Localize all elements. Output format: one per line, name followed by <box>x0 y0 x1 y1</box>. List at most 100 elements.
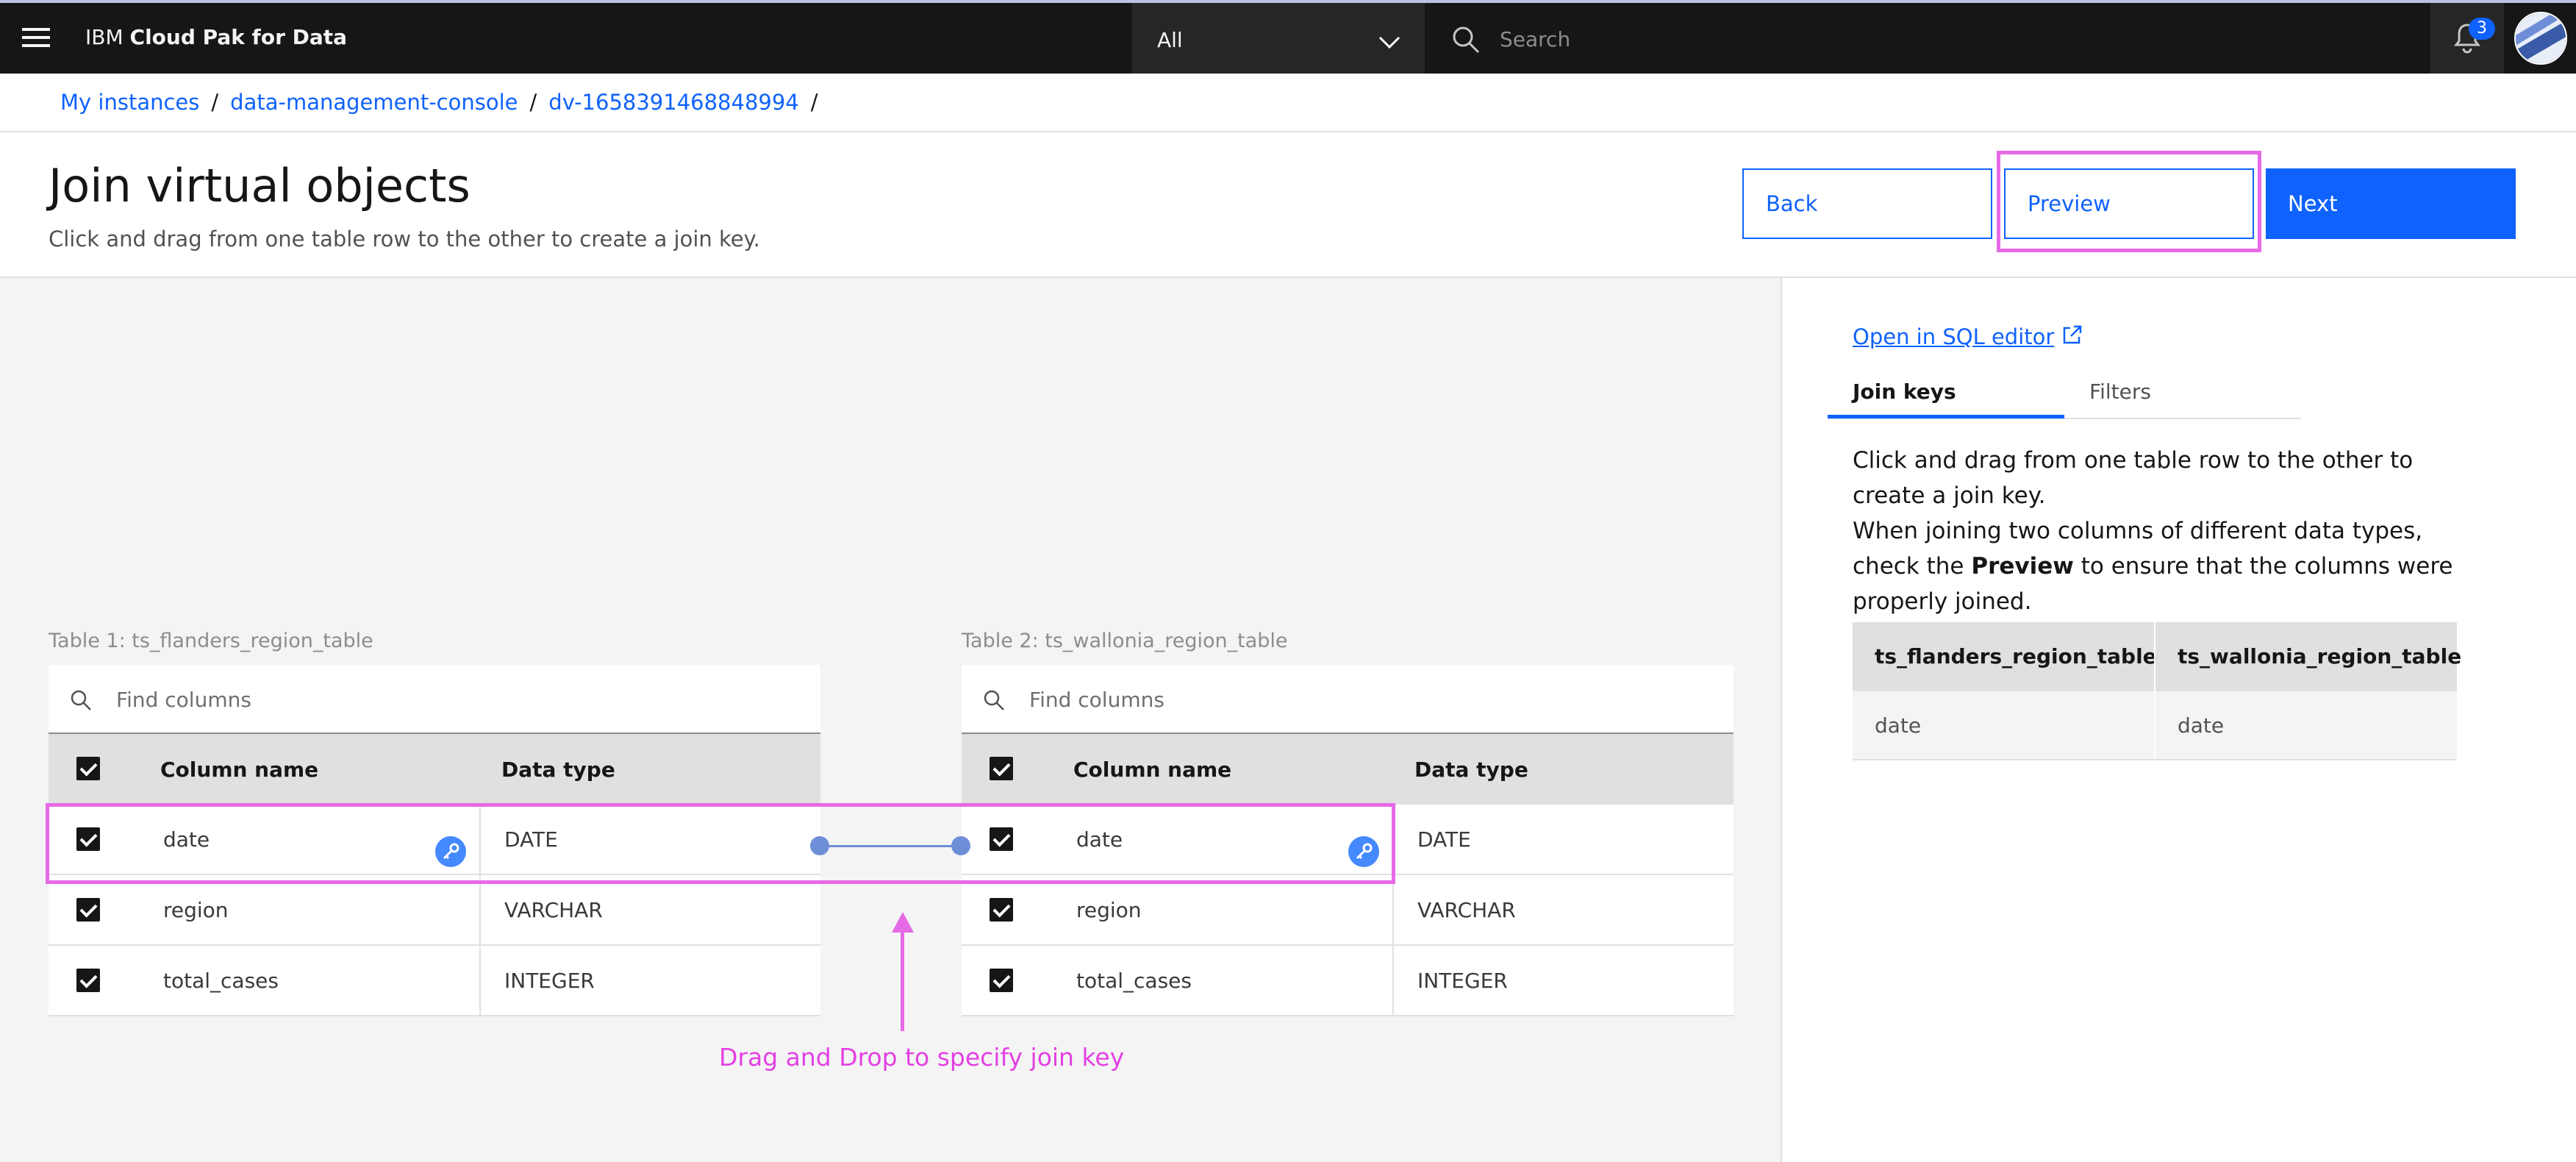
table2-find-columns-input[interactable] <box>1029 682 1691 716</box>
join-key-table2-column: date <box>2178 713 2225 738</box>
search-icon <box>1453 26 1480 54</box>
column-name-cell: date <box>163 827 210 852</box>
row-checkbox[interactable] <box>990 969 1013 992</box>
join-handle-right[interactable] <box>951 836 970 855</box>
divider <box>1392 805 1394 875</box>
join-keys-row[interactable]: date date <box>1853 691 2457 760</box>
divider <box>479 875 481 946</box>
user-avatar[interactable] <box>2514 12 2567 65</box>
table2-header-row: Column name Data type <box>962 734 1734 805</box>
key-icon <box>435 836 466 867</box>
join-key-table1-column: date <box>1875 713 1922 738</box>
column-name-cell: total_cases <box>163 969 279 993</box>
back-button[interactable]: Back <box>1742 168 1992 239</box>
table1-row-region[interactable]: region VARCHAR <box>49 875 820 946</box>
table2: Column name Data type date DATE region V… <box>962 665 1734 1016</box>
column-name-cell: date <box>1076 827 1123 852</box>
divider <box>479 805 481 875</box>
divider <box>479 946 481 1016</box>
join-handle-left[interactable] <box>810 836 829 855</box>
search-icon <box>984 690 1004 710</box>
panel-divider <box>1781 278 1782 1162</box>
divider <box>1392 875 1394 946</box>
data-type-cell: DATE <box>504 827 558 852</box>
data-type-header: Data type <box>501 758 615 782</box>
global-search <box>1426 3 2430 74</box>
row-checkbox[interactable] <box>990 898 1013 922</box>
annotation-label: Drag and Drop to specify join key <box>719 1043 1125 1072</box>
table1-select-all-checkbox[interactable] <box>76 757 100 780</box>
menu-icon[interactable] <box>22 28 50 50</box>
data-type-cell: DATE <box>1417 827 1471 852</box>
join-keys-header-table2: ts_wallonia_region_table <box>2178 644 2462 669</box>
table1-header-row: Column name Data type <box>49 734 820 805</box>
column-name-header: Column name <box>160 758 319 782</box>
product-name[interactable]: IBM Cloud Pak for Data <box>85 25 347 49</box>
launch-icon <box>2064 325 2082 344</box>
row-checkbox[interactable] <box>76 898 100 922</box>
table2-row-total-cases[interactable]: total_cases INTEGER <box>962 946 1734 1016</box>
table2-row-region[interactable]: region VARCHAR <box>962 875 1734 946</box>
page-title: Join virtual objects <box>49 159 471 213</box>
data-type-header: Data type <box>1414 758 1528 782</box>
breadcrumb-separator: / <box>529 90 537 115</box>
active-tab-indicator <box>1828 415 2064 418</box>
column-name-cell: region <box>163 898 229 922</box>
notifications-button[interactable]: 3 <box>2430 3 2504 74</box>
data-type-cell: VARCHAR <box>1417 898 1516 922</box>
key-icon <box>1348 836 1379 867</box>
row-checkbox[interactable] <box>990 827 1013 851</box>
join-keys-table: ts_flanders_region_table ts_wallonia_reg… <box>1853 622 2461 760</box>
table2-search <box>962 665 1734 734</box>
column-name-cell: total_cases <box>1076 969 1192 993</box>
tab-join-keys[interactable]: Join keys <box>1853 379 1956 404</box>
table1-title: Table 1: ts_flanders_region_table <box>49 630 373 652</box>
table1-search <box>49 665 820 734</box>
breadcrumb-separator: / <box>211 90 219 115</box>
instructions-line-2: When joining two columns of different da… <box>1853 518 2453 615</box>
column-name-header: Column name <box>1073 758 1232 782</box>
join-keys-header-row: ts_flanders_region_table ts_wallonia_reg… <box>1853 622 2461 691</box>
table2-title: Table 2: ts_wallonia_region_table <box>962 630 1288 652</box>
row-checkbox[interactable] <box>76 827 100 851</box>
data-type-cell: INTEGER <box>504 969 595 993</box>
table1-row-date[interactable]: date DATE <box>49 805 820 875</box>
data-type-cell: VARCHAR <box>504 898 603 922</box>
preview-button[interactable]: Preview <box>2004 168 2254 239</box>
page-subtitle: Click and drag from one table row to the… <box>49 227 760 252</box>
column-name-cell: region <box>1076 898 1142 922</box>
breadcrumb-data-management-console[interactable]: data-management-console <box>230 90 518 115</box>
instructions-line-1: Click and drag from one table row to the… <box>1853 447 2414 509</box>
data-type-cell: INTEGER <box>1417 969 1508 993</box>
right-panel-tabs: Join keys Filters <box>1828 371 2301 419</box>
chevron-down-icon <box>1378 27 1400 49</box>
breadcrumb: My instances / data-management-console / dv-… <box>60 90 830 115</box>
divider <box>2154 691 2155 759</box>
notification-count-badge: 3 <box>2469 18 2495 40</box>
breadcrumb-my-instances[interactable]: My instances <box>60 90 199 115</box>
table2-select-all-checkbox[interactable] <box>990 757 1013 780</box>
search-icon <box>71 690 91 710</box>
breadcrumb-separator: / <box>810 90 818 115</box>
global-search-input[interactable] <box>1500 21 2382 57</box>
annotation-arrow <box>901 928 904 1031</box>
search-scope-value: All <box>1157 28 1183 52</box>
table1-row-total-cases[interactable]: total_cases INTEGER <box>49 946 820 1016</box>
next-button[interactable]: Next <box>2266 168 2516 239</box>
sql-link-label: Open in SQL editor <box>1853 324 2055 349</box>
divider <box>2154 622 2155 691</box>
breadcrumb-instance[interactable]: dv-1658391468848994 <box>548 90 798 115</box>
join-keys-header-table1: ts_flanders_region_table <box>1875 644 2157 669</box>
table2-row-date[interactable]: date DATE <box>962 805 1734 875</box>
search-scope-dropdown[interactable]: All <box>1132 3 1425 74</box>
tab-filters[interactable]: Filters <box>2089 379 2151 404</box>
top-header: IBM Cloud Pak for Data All 3 <box>0 0 2576 74</box>
open-in-sql-editor-link[interactable]: Open in SQL editor <box>1853 324 2083 349</box>
table1: Column name Data type date DATE region V… <box>49 665 820 1016</box>
divider <box>0 131 2576 132</box>
row-checkbox[interactable] <box>76 969 100 992</box>
divider <box>1392 946 1394 1016</box>
join-keys-instructions: Click and drag from one table row to the… <box>1853 443 2485 619</box>
join-connector-line[interactable] <box>819 845 962 847</box>
table1-find-columns-input[interactable] <box>116 682 778 716</box>
